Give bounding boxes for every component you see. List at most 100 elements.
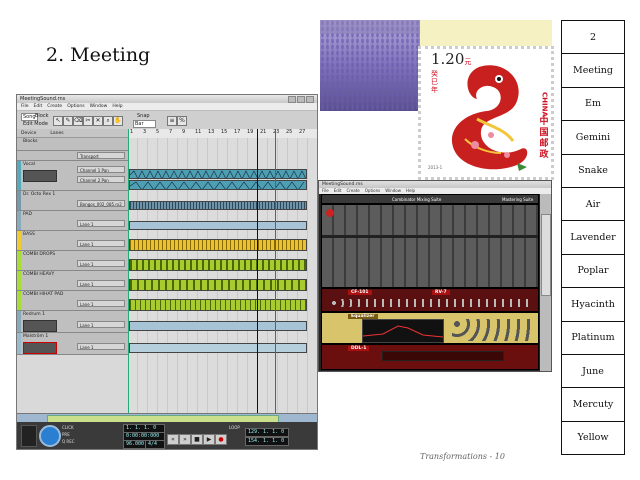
track-redrum[interactable]: Redrum 1 Lane 1 [17, 311, 128, 333]
track-bass[interactable]: BASS Lane 1 [17, 231, 128, 251]
automation-clip[interactable] [129, 169, 307, 179]
cf-101-unit[interactable]: CF-101 RV-7 [321, 288, 539, 312]
ddl-1-unit[interactable]: DDL-1 [321, 344, 539, 370]
quant-rec-label[interactable]: Q REC [62, 439, 75, 444]
lanes-column-header: Lanes [50, 130, 64, 136]
pre-label[interactable]: PRE [62, 432, 70, 437]
left-locator[interactable] [128, 129, 129, 419]
eq-knobs[interactable] [452, 319, 532, 341]
track-vocal[interactable]: Vocal Channel 1 Pan Channel 2 Pan [17, 161, 128, 191]
combi-clip[interactable] [129, 259, 307, 271]
table-cell: Air [561, 186, 625, 222]
stamp-country: CHINA 中国邮政 [537, 92, 551, 161]
maximize-button[interactable] [297, 95, 305, 103]
click-label[interactable]: CLICK [62, 425, 74, 430]
menu-window[interactable]: Window [90, 104, 108, 109]
track-combi-heavy[interactable]: COMBI HEAVY Lane 1 [17, 271, 128, 291]
effect-knobs[interactable] [330, 299, 530, 307]
automation-clip[interactable] [129, 180, 307, 190]
ruler-mark: 13 [208, 129, 215, 135]
left-locator-display[interactable]: 129. 1. 1. 0 [245, 428, 289, 437]
loop-label[interactable]: LOOP [229, 425, 240, 430]
menu-create[interactable]: Create [47, 104, 62, 109]
ruler-mark: 9 [182, 129, 186, 135]
ruler-mark: 1 [130, 129, 134, 135]
stop-button[interactable]: ■ [191, 434, 203, 445]
menu-edit[interactable]: Edit [34, 104, 43, 109]
sequencer-window: MeetingSound.rns File Edit Create Option… [16, 94, 318, 450]
rack-scrollbar[interactable] [540, 194, 551, 371]
ruler-mark: 15 [221, 129, 228, 135]
quantize-icon[interactable]: ≡ [167, 116, 177, 126]
table-cell: Mercuty [561, 387, 625, 422]
rex-clip[interactable] [129, 201, 307, 210]
right-locator[interactable] [275, 129, 276, 419]
edit-mode-button[interactable]: Edit Mode [23, 121, 48, 127]
stamp-price: 1.20元 [431, 50, 471, 68]
mastering-label: Mastering Suite [502, 197, 534, 202]
rack-scroll-thumb[interactable] [541, 214, 551, 296]
stamp-year-text: 癸巳年 [431, 70, 438, 94]
combi-clip[interactable] [129, 279, 307, 291]
signature-display[interactable]: 4/4 [145, 440, 165, 449]
close-button[interactable] [306, 95, 314, 103]
combi-clip[interactable] [129, 299, 307, 311]
mixer-unit[interactable] [321, 204, 539, 288]
track-transport[interactable]: Transport [17, 151, 128, 161]
track-malstrom[interactable]: Malström 1 Lane 1 [17, 333, 128, 355]
mixer-label: Combinator Mixing Suite [392, 197, 442, 202]
track-pad[interactable]: PAD Lane 1 [17, 211, 128, 231]
track-combi-hihat[interactable]: COMBI HIHAT PAD Lane 1 [17, 291, 128, 311]
stamp-country-chinese: 中国邮政 [539, 116, 549, 160]
pad-clip[interactable] [129, 221, 307, 230]
menu-help[interactable]: Help [112, 104, 122, 109]
malstrom-clip[interactable] [129, 343, 307, 353]
stamp-price-value: 1.20 [431, 50, 465, 68]
table-cell: Platinum [561, 320, 625, 355]
quantize-amount-icon[interactable]: % [177, 116, 187, 126]
hand-tool-icon[interactable]: ✋ [113, 116, 123, 126]
menu-options[interactable]: Options [67, 104, 84, 109]
minimize-button[interactable] [288, 95, 296, 103]
track-blocks[interactable]: Blocks [17, 138, 128, 151]
snap-select[interactable]: Bar [133, 120, 156, 128]
eraser-tool-icon[interactable]: ⌫ [73, 116, 83, 126]
bass-clip[interactable] [129, 239, 307, 251]
rewind-button[interactable]: « [167, 434, 179, 445]
lane-label: Lane 1 [77, 343, 125, 350]
ruler-mark: 25 [286, 129, 293, 135]
equalizer-unit[interactable]: Equalizer [321, 312, 539, 344]
snap-label: Snap [137, 113, 150, 119]
eq-curve [362, 325, 444, 338]
pencil-tool-icon[interactable]: ✎ [63, 116, 73, 126]
track-name: COMBI DROPS [23, 252, 56, 257]
track-name: Dr. Octo Rex 1 [23, 192, 56, 197]
razor-tool-icon[interactable]: ✂ [83, 116, 93, 126]
delay-display [382, 351, 504, 361]
menu-file[interactable]: File [21, 104, 29, 109]
pointer-tool-icon[interactable]: ↖ [53, 116, 63, 126]
tab-block[interactable]: Block [35, 113, 49, 119]
tempo-display[interactable]: 96.000 [123, 440, 147, 449]
mute-tool-icon[interactable]: ✕ [93, 116, 103, 126]
play-button[interactable]: ▶ [203, 434, 215, 445]
table-cell: Gemini [561, 120, 625, 155]
ruler-mark: 11 [195, 129, 202, 135]
track-combi-drops[interactable]: COMBI DROPS Lane 1 [17, 251, 128, 271]
rack-titlebar: MeetingSound.rns [319, 181, 551, 188]
song-position-marker[interactable] [257, 129, 258, 419]
track-dr-octo-rex[interactable]: Dr. Octo Rex 1 Bongos_002_085.rx2 [17, 191, 128, 211]
right-locator-display[interactable]: 154. 1. 1. 0 [245, 437, 289, 446]
audio-dial-icon [39, 425, 61, 447]
word-table: 2 Meeting Em Gemini Snake Air Lavender P… [561, 19, 625, 456]
record-button[interactable]: ● [215, 434, 227, 445]
track-name: Vocal [23, 162, 35, 167]
fast-forward-button[interactable]: » [179, 434, 191, 445]
track-color-strip [17, 191, 21, 210]
mixer-knob-icon[interactable] [326, 209, 334, 217]
unit-label: CF-101 [348, 290, 372, 295]
unit-label: RV-7 [432, 290, 450, 295]
table-cell: June [561, 353, 625, 389]
redrum-clip[interactable] [129, 321, 307, 331]
magnify-tool-icon[interactable]: ⌕ [103, 116, 113, 126]
